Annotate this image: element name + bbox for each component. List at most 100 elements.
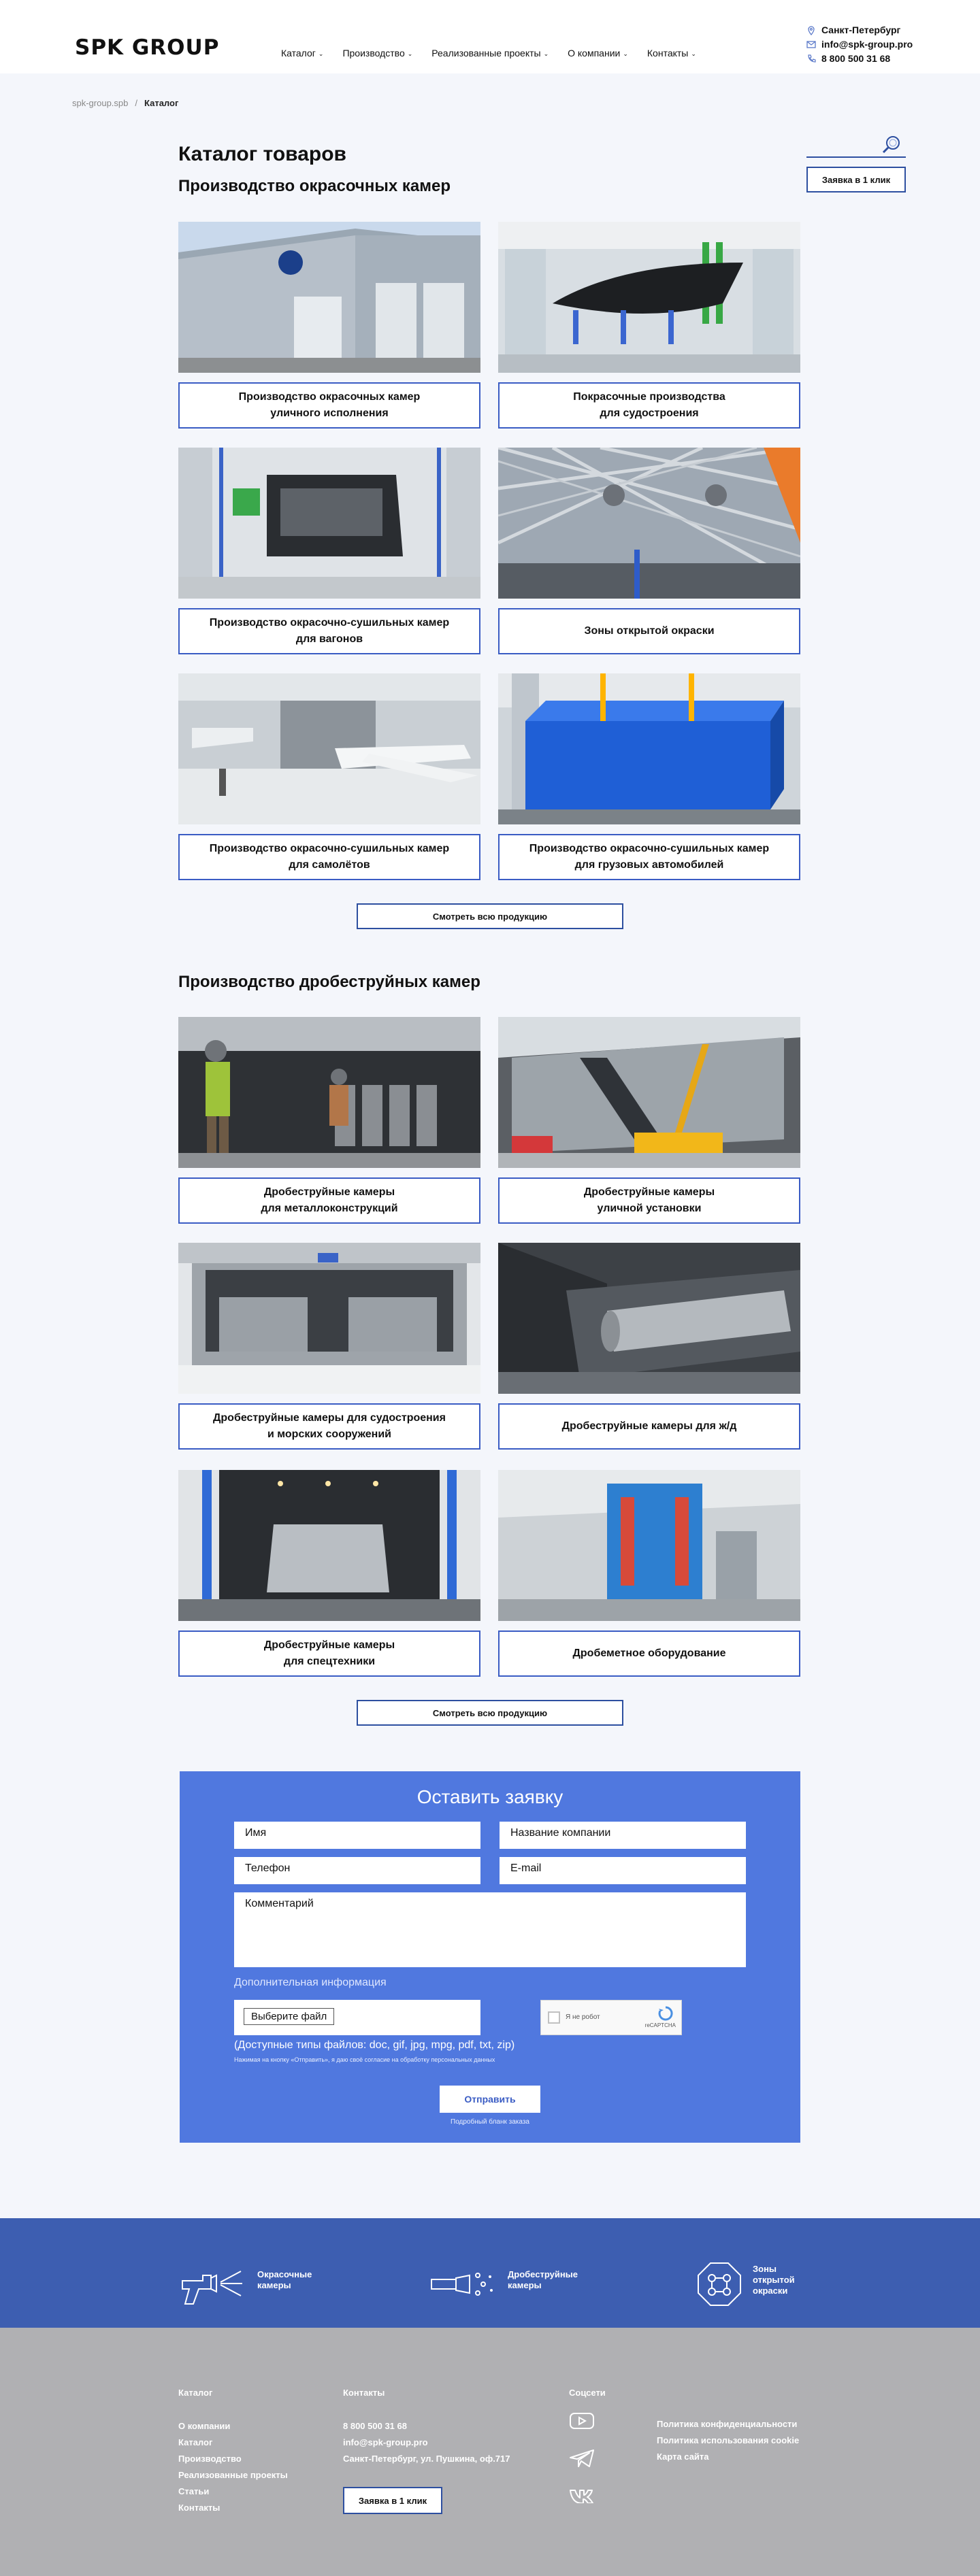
footer-phone[interactable]: 8 800 500 31 68 — [343, 2418, 510, 2435]
breadcrumb-home[interactable]: spk-group.spb — [72, 98, 128, 108]
breadcrumb-current: Каталог — [144, 98, 179, 108]
card-image[interactable] — [498, 222, 800, 373]
footer-link[interactable]: Производство — [178, 2451, 288, 2467]
catalog-card[interactable]: Дробеструйные камеры для спецтехники — [178, 1470, 480, 1677]
catalog-card[interactable]: Производство окрасочно-сушильных камер д… — [178, 448, 480, 654]
open-zone-icon — [697, 2251, 742, 2309]
nav-item-projects[interactable]: Реализованные проекты ⌄ — [431, 48, 549, 58]
catalog-card[interactable]: Покрасочные производства для судостроени… — [498, 222, 800, 429]
band-item-blast-booths[interactable]: Дробеструйные камеры — [429, 2251, 578, 2309]
catalog-card[interactable]: Производство окрасочных камер уличного и… — [178, 222, 480, 429]
nav-item-contacts[interactable]: Контакты ⌄ — [647, 48, 696, 58]
card-image[interactable] — [178, 222, 480, 373]
show-all-products-button[interactable]: Смотреть всю продукцию — [357, 1700, 623, 1726]
youtube-icon[interactable] — [569, 2412, 595, 2433]
card-caption[interactable]: Производство окрасочно-сушильных камер д… — [178, 834, 480, 880]
nav-item-catalog[interactable]: Каталог ⌄ — [281, 48, 323, 58]
request-one-click-button[interactable]: Заявка в 1 клик — [806, 167, 906, 193]
extra-info-label: Дополнительная информация — [234, 1977, 387, 1988]
card-caption[interactable]: Дробеструйные камеры для ж/д — [498, 1403, 800, 1450]
card-image[interactable] — [178, 673, 480, 824]
section-title-blast-booths: Производство дробеструйных камер — [178, 973, 480, 991]
email-field[interactable]: E-mail — [500, 1857, 746, 1884]
catalog-card[interactable]: Производство окрасочно-сушильных камер д… — [498, 673, 800, 880]
telegram-icon[interactable] — [569, 2449, 595, 2471]
name-field[interactable]: Имя — [234, 1822, 480, 1849]
card-image[interactable] — [178, 448, 480, 599]
card-image[interactable] — [498, 1243, 800, 1394]
consent-note: Нажимая на кнопку «Отправить», я даю сво… — [234, 2056, 495, 2063]
band-label: Дробеструйные камеры — [508, 2269, 578, 2290]
card-image[interactable] — [178, 1017, 480, 1168]
nav-label: Производство — [342, 48, 405, 58]
file-types-note: (Доступные типы файлов: doc, gif, jpg, m… — [234, 2039, 515, 2051]
submit-button[interactable]: Отправить — [440, 2086, 540, 2113]
chevron-down-icon: ⌄ — [318, 50, 324, 57]
card-image[interactable] — [178, 1470, 480, 1621]
footer-email[interactable]: info@spk-group.pro — [343, 2435, 510, 2451]
nav-item-production[interactable]: Производство ⌄ — [342, 48, 412, 58]
email-link[interactable]: info@spk-group.pro — [821, 37, 913, 52]
card-caption[interactable]: Покрасочные производства для судостроени… — [498, 382, 800, 429]
card-image[interactable] — [178, 1243, 480, 1394]
card-caption[interactable]: Производство окрасочно-сушильных камер д… — [178, 608, 480, 654]
nav-item-about[interactable]: О компании ⌄ — [568, 48, 628, 58]
catalog-card[interactable]: Дробеструйные камеры уличной установки — [498, 1017, 800, 1224]
captcha-widget: Я не робот reCAPTCHA — [540, 2000, 682, 2035]
company-field[interactable]: Название компании — [500, 1822, 746, 1849]
footer-link[interactable]: Статьи — [178, 2483, 288, 2500]
footer-catalog-head: Каталог — [178, 2388, 213, 2398]
card-caption[interactable]: Дробеструйные камеры для судостроения и … — [178, 1403, 480, 1450]
logo[interactable]: SPK GROUP — [75, 35, 219, 60]
catalog-card[interactable]: Дробеструйные камеры для ж/д — [498, 1243, 800, 1450]
card-caption[interactable]: Дробеструйные камеры уличной установки — [498, 1177, 800, 1224]
card-caption[interactable]: Дробеструйные камеры для металлоконструк… — [178, 1177, 480, 1224]
band-item-paint-booths[interactable]: Окрасочные камеры — [178, 2251, 312, 2309]
card-caption[interactable]: Дробеметное оборудование — [498, 1630, 800, 1677]
phone-link[interactable]: 8 800 500 31 68 — [821, 52, 890, 66]
detailed-order-link[interactable]: Подробный бланк заказа — [180, 2118, 800, 2126]
card-caption[interactable]: Зоны открытой окраски — [498, 608, 800, 654]
footer-request-button[interactable]: Заявка в 1 клик — [343, 2487, 442, 2514]
band-item-open-zones[interactable]: Зоны открытой окраски — [697, 2251, 795, 2309]
card-image[interactable] — [498, 448, 800, 599]
card-image[interactable] — [498, 1470, 800, 1621]
card-caption[interactable]: Производство окрасочных камер уличного и… — [178, 382, 480, 429]
chevron-down-icon: ⌄ — [691, 50, 696, 57]
request-form: Оставить заявку Имя Название компании Те… — [180, 1771, 800, 2143]
card-caption[interactable]: Дробеструйные камеры для спецтехники — [178, 1630, 480, 1677]
catalog-card[interactable]: Зоны открытой окраски — [498, 448, 800, 654]
breadcrumb: spk-group.spb / Каталог — [72, 98, 178, 108]
catalog-card[interactable]: Производство окрасочно-сушильных камер д… — [178, 673, 480, 880]
chevron-down-icon: ⌄ — [623, 50, 628, 57]
contact-email[interactable]: info@spk-group.pro — [806, 37, 913, 52]
footer-link[interactable]: Реализованные проекты — [178, 2467, 288, 2483]
choose-file-button[interactable]: Выберите файл — [244, 2008, 335, 2025]
search-icon[interactable] — [881, 135, 902, 158]
catalog-card[interactable]: Дробеструйные камеры для металлоконструк… — [178, 1017, 480, 1224]
location-pin-icon — [806, 25, 816, 35]
search-input[interactable] — [806, 133, 906, 158]
show-all-products-button[interactable]: Смотреть всю продукцию — [357, 903, 623, 929]
cookie-policy-link[interactable]: Политика использования cookie — [657, 2432, 799, 2449]
footer-link[interactable]: Каталог — [178, 2435, 288, 2451]
footer-link[interactable]: Контакты — [178, 2500, 288, 2516]
catalog-card[interactable]: Дробеструйные камеры для судостроения и … — [178, 1243, 480, 1450]
band-label: Зоны открытой окраски — [753, 2264, 795, 2296]
comment-field[interactable]: Комментарий — [234, 1892, 746, 1967]
card-image[interactable] — [498, 673, 800, 824]
phone-icon — [806, 54, 816, 64]
vk-icon[interactable] — [569, 2488, 596, 2507]
band-label: Окрасочные камеры — [257, 2269, 312, 2290]
footer-link[interactable]: О компании — [178, 2418, 288, 2435]
card-image[interactable] — [498, 1017, 800, 1168]
blast-nozzle-icon — [429, 2251, 497, 2309]
privacy-policy-link[interactable]: Политика конфиденциальности — [657, 2416, 799, 2432]
nav-label: О компании — [568, 48, 621, 58]
catalog-card[interactable]: Дробеметное оборудование — [498, 1470, 800, 1677]
phone-field[interactable]: Телефон — [234, 1857, 480, 1884]
contact-phone[interactable]: 8 800 500 31 68 — [806, 52, 913, 66]
card-caption[interactable]: Производство окрасочно-сушильных камер д… — [498, 834, 800, 880]
captcha-checkbox[interactable] — [548, 2011, 560, 2024]
sitemap-link[interactable]: Карта сайта — [657, 2449, 799, 2465]
